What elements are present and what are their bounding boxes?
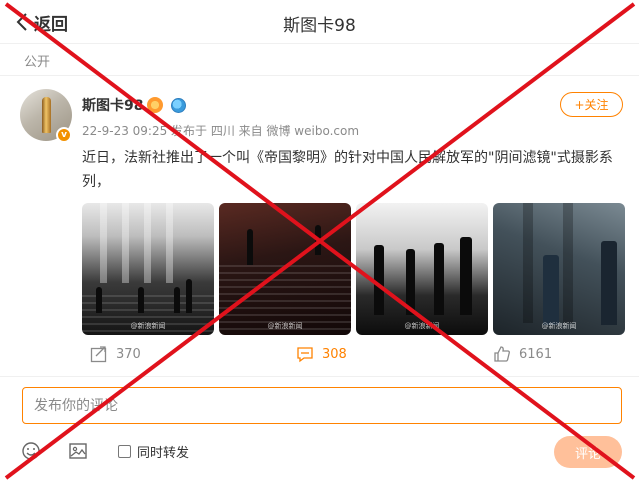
also-repost-checkbox[interactable]: 同时转发 [118, 442, 189, 461]
action-bar: 370 308 6161 [82, 345, 622, 367]
post-photo[interactable]: @新浪新闻 [219, 203, 351, 335]
emoji-button[interactable] [21, 441, 41, 465]
post-meta: 22-9-23 09:25 发布于 四川 来自 微博 weibo.com [82, 124, 360, 138]
author-name[interactable]: 斯图卡98 [82, 95, 143, 115]
vip-badge-icon[interactable] [147, 97, 164, 113]
post-text: 近日，法新社推出了一个叫《帝国黎明》的针对中国人民解放军的"阴间滤镜"式摄影系列… [82, 150, 613, 190]
also-repost-label: 同时转发 [137, 446, 190, 461]
post-photo[interactable]: @新浪新闻 [356, 203, 488, 335]
post-photo[interactable]: @新浪新闻 [493, 203, 625, 335]
image-button[interactable] [68, 441, 88, 465]
photo-watermark: @新浪新闻 [404, 322, 440, 330]
follow-button[interactable]: +关注 [560, 92, 623, 117]
verified-badge-icon: v [56, 127, 72, 143]
photo-watermark: @新浪新闻 [130, 322, 166, 330]
like-icon [494, 346, 510, 362]
like-button[interactable]: 6161 [493, 345, 552, 363]
checkbox[interactable] [118, 445, 131, 458]
repost-icon [90, 346, 107, 363]
divider [0, 75, 639, 76]
comment-input[interactable] [22, 387, 622, 424]
author-row: 斯图卡98 [82, 95, 187, 115]
like-count: 6161 [519, 346, 553, 362]
comment-count: 308 [322, 346, 347, 362]
image-icon [69, 443, 87, 459]
photo-grid: @新浪新闻 @新浪新闻 @新浪新闻 @新浪新闻 [82, 203, 625, 335]
avatar-bullet-image [42, 97, 51, 133]
submit-comment-button[interactable]: 评论 [554, 436, 622, 468]
post-photo[interactable]: @新浪新闻 [82, 203, 214, 335]
comment-button[interactable]: 308 [296, 345, 347, 363]
page-title: 斯图卡98 [283, 16, 356, 36]
divider [0, 376, 639, 377]
comment-icon [297, 347, 313, 363]
top-bar: 返回 斯图卡98 [0, 0, 639, 44]
photo-watermark: @新浪新闻 [267, 322, 303, 330]
photo-watermark: @新浪新闻 [541, 322, 577, 330]
globe-badge-icon[interactable] [171, 97, 187, 113]
repost-count: 370 [116, 346, 141, 362]
repost-button[interactable]: 370 [90, 345, 141, 363]
visibility-label: 公开 [24, 55, 51, 70]
emoji-icon [22, 442, 40, 460]
